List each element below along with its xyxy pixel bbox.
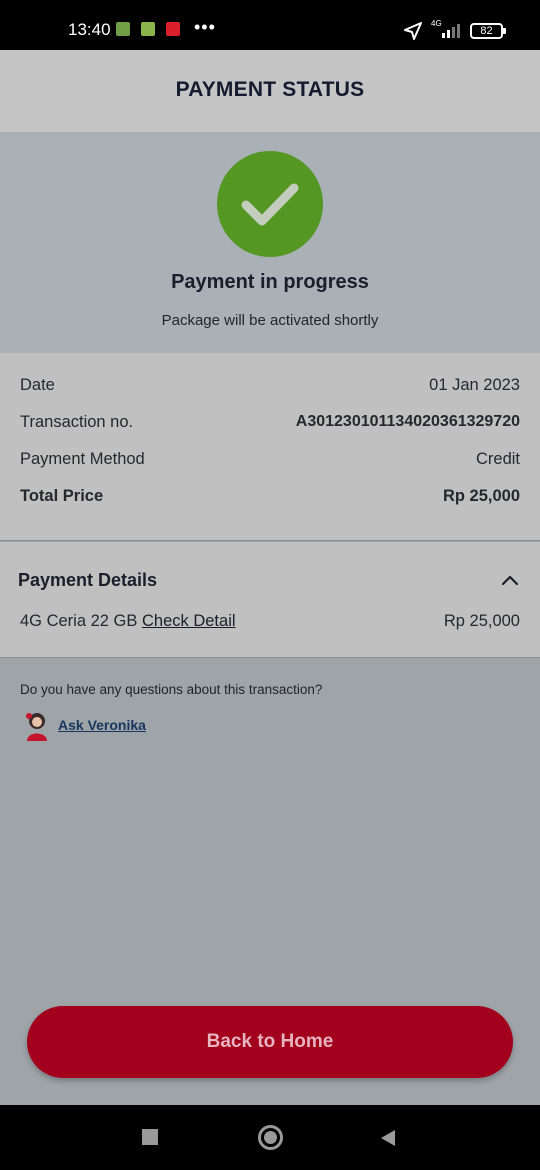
- date-value: 01 Jan 2023: [429, 376, 520, 394]
- date-row: Date 01 Jan 2023: [20, 376, 520, 400]
- date-label: Date: [20, 376, 55, 394]
- system-nav-bar: [0, 1105, 540, 1170]
- package-name: 4G Ceria 22 GB: [20, 612, 138, 630]
- payment-method-label: Payment Method: [20, 450, 145, 468]
- total-price-label: Total Price: [20, 487, 104, 505]
- battery-icon: 82: [470, 23, 506, 39]
- transaction-row: Transaction no. A30123010113402036132972…: [20, 413, 520, 437]
- ask-veronika-link[interactable]: Ask Veronika: [22, 710, 172, 742]
- network-type: 4G: [431, 19, 442, 28]
- status-subtitle: Package will be activated shortly: [161, 312, 379, 329]
- veronika-avatar-icon: [26, 713, 47, 741]
- check-detail-link[interactable]: Check Detail: [142, 612, 236, 630]
- total-price-value: Rp 25,000: [442, 487, 520, 505]
- clock: 13:40: [68, 20, 111, 39]
- package-price: Rp 25,000: [443, 612, 520, 630]
- ask-veronika-label[interactable]: Ask Veronika: [58, 717, 146, 733]
- payment-details-section[interactable]: Payment Details 4G Ceria 22 GB Check Det…: [0, 542, 540, 658]
- payment-method-value: Credit: [475, 450, 520, 468]
- signal-icon: [442, 24, 460, 38]
- payment-status-hero: Payment in progress Package will be acti…: [0, 132, 540, 353]
- status-title: Payment in progress: [171, 271, 369, 293]
- transaction-summary: Date 01 Jan 2023 Transaction no. A301230…: [0, 353, 540, 541]
- success-badge: [217, 151, 323, 257]
- page-header: PAYMENT STATUS: [0, 50, 540, 132]
- page-title: PAYMENT STATUS: [175, 78, 365, 101]
- shop-app-icon: [141, 22, 155, 36]
- shield-app-icon: [166, 22, 180, 36]
- check-icon: [241, 183, 299, 226]
- package-item: 4G Ceria 22 GB Check Detail: [20, 612, 236, 631]
- chevron-up-icon[interactable]: [502, 575, 518, 585]
- payment-method-row: Payment Method Credit: [20, 450, 520, 474]
- back-to-home-button[interactable]: Back to Home: [27, 1006, 513, 1078]
- back-icon[interactable]: [380, 1129, 396, 1147]
- help-question: Do you have any questions about this tra…: [20, 682, 323, 697]
- status-bar: 13:40 ••• 4G 82: [0, 0, 540, 50]
- recents-icon[interactable]: [142, 1129, 158, 1145]
- total-price-row: Total Price Rp 25,000: [20, 487, 520, 511]
- payment-details-title: Payment Details: [18, 570, 158, 590]
- location-arrow-icon: [404, 22, 422, 40]
- home-icon[interactable]: [258, 1125, 283, 1150]
- transaction-label: Transaction no.: [20, 413, 134, 431]
- transaction-value: A301230101134020361329720: [295, 413, 520, 430]
- calculator-app-icon: [116, 22, 130, 36]
- more-notifications-icon: •••: [194, 17, 216, 37]
